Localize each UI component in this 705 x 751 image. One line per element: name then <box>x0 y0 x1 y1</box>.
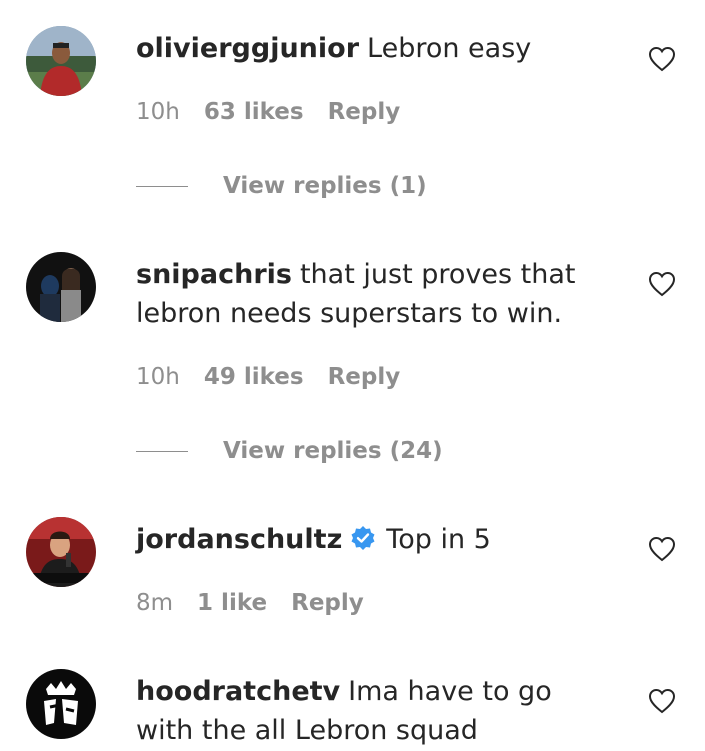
comment-username[interactable]: jordanschultz <box>136 524 342 555</box>
view-replies-label: View replies (24) <box>223 438 443 464</box>
reply-button[interactable]: Reply <box>291 590 364 616</box>
avatar[interactable] <box>26 26 96 96</box>
comment-body: olivierggjunior Lebron easy <box>136 29 606 68</box>
comment-username[interactable]: snipachris <box>136 259 292 290</box>
comment-username[interactable]: olivierggjunior <box>136 33 359 64</box>
comment-time: 10h <box>136 99 180 125</box>
heart-outline-icon[interactable] <box>648 536 676 562</box>
view-replies-button[interactable]: View replies (24) <box>136 436 443 466</box>
comment-time: 8m <box>136 590 174 616</box>
reply-button[interactable]: Reply <box>328 364 401 390</box>
comment-body: hoodratchetv Ima have to go with the all … <box>136 672 606 750</box>
comment-body: snipachris that just proves that lebron n… <box>136 255 606 333</box>
comment-likes[interactable]: 49 likes <box>204 364 304 390</box>
heart-outline-icon[interactable] <box>648 688 676 714</box>
comment-meta: 10h 49 likes Reply <box>136 362 424 392</box>
comment-username[interactable]: hoodratchetv <box>136 676 340 707</box>
avatar[interactable] <box>26 669 96 739</box>
divider-line <box>136 451 188 452</box>
comment-likes[interactable]: 1 like <box>197 590 267 616</box>
heart-outline-icon[interactable] <box>648 271 676 297</box>
comment-time: 10h <box>136 364 180 390</box>
view-replies-button[interactable]: View replies (1) <box>136 171 427 201</box>
comment-text: Lebron easy <box>367 33 532 64</box>
view-replies-label: View replies (1) <box>223 173 427 199</box>
comment-text: Top in 5 <box>386 524 491 555</box>
heart-outline-icon[interactable] <box>648 46 676 72</box>
divider-line <box>136 186 188 187</box>
avatar[interactable] <box>26 252 96 322</box>
comment-meta: 8m 1 like Reply <box>136 588 388 618</box>
comment-meta: 10h 63 likes Reply <box>136 97 424 127</box>
comment-likes[interactable]: 63 likes <box>204 99 304 125</box>
verified-badge-icon <box>351 526 375 550</box>
reply-button[interactable]: Reply <box>328 99 401 125</box>
avatar[interactable] <box>26 517 96 587</box>
comment-body: jordanschultz Top in 5 <box>136 520 606 559</box>
